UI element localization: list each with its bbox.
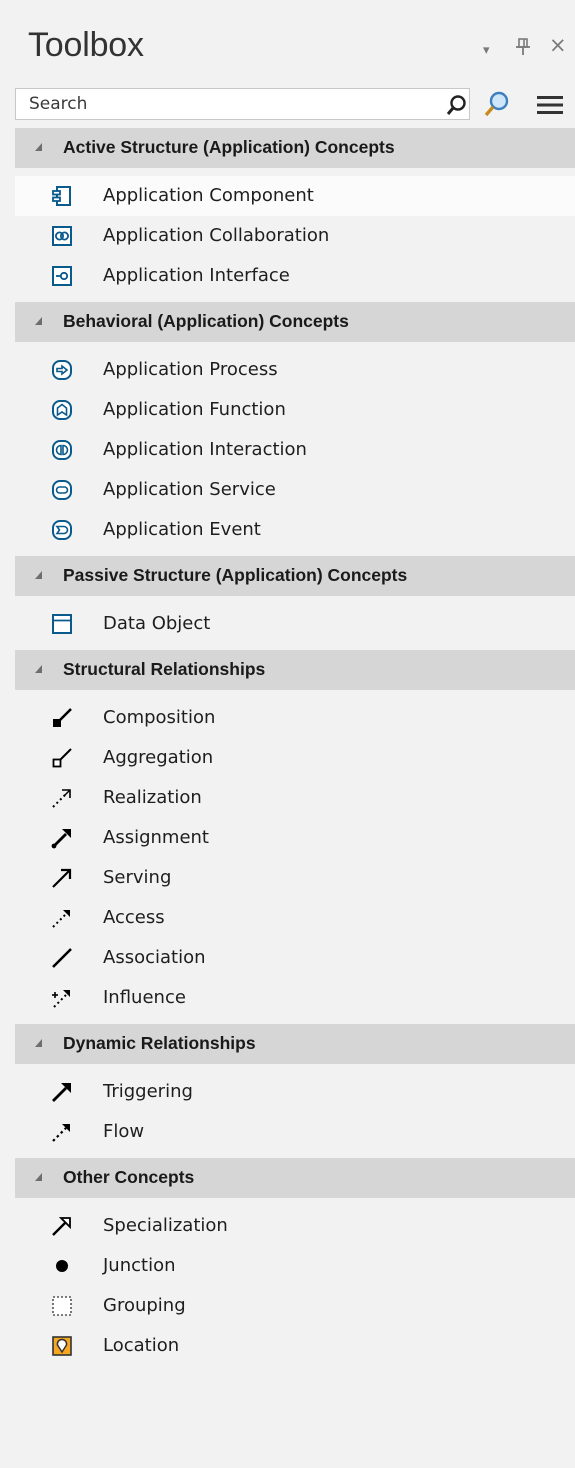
toolbox-item-label: Application Service (103, 479, 276, 500)
toolbox-item-label: Access (103, 907, 165, 928)
aggregation-icon (51, 747, 73, 769)
toolbox-item-label: Application Function (103, 399, 286, 420)
toolbox-item-label: Assignment (103, 827, 209, 848)
assignment-icon (51, 827, 73, 849)
toolbox-item-association[interactable]: Association (15, 938, 575, 978)
triggering-icon (51, 1081, 73, 1103)
toolbox-item-label: Application Component (103, 185, 314, 206)
toolbox-item-label: Location (103, 1335, 180, 1356)
toolbox-item-label: Specialization (103, 1215, 228, 1236)
section-title: Other Concepts (63, 1167, 195, 1187)
section-header[interactable]: Active Structure (Application) Concepts (15, 128, 575, 168)
junction-icon (51, 1255, 73, 1277)
toolbox-item-label: Aggregation (103, 747, 214, 768)
toolbox-item-specialization[interactable]: Specialization (15, 1206, 575, 1246)
toolbox-item-label: Data Object (103, 613, 211, 634)
find-icon[interactable] (484, 91, 510, 117)
toolbox-item-access[interactable]: Access (15, 898, 575, 938)
section-title: Active Structure (Application) Concepts (63, 137, 395, 157)
toolbox-item-application-service[interactable]: Application Service (15, 470, 575, 510)
panel-header: Toolbox ▾ × (0, 0, 575, 88)
toolbox-item-assignment[interactable]: Assignment (15, 818, 575, 858)
section-header[interactable]: Passive Structure (Application) Concepts (15, 556, 575, 596)
toolbox-item-label: Composition (103, 707, 216, 728)
collapse-triangle-icon[interactable] (32, 314, 46, 328)
serving-icon (51, 867, 73, 889)
section-header[interactable]: Behavioral (Application) Concepts (15, 302, 575, 342)
dropdown-menu-icon[interactable]: ▾ (483, 44, 490, 57)
toolbox-item-application-event[interactable]: Application Event (15, 510, 575, 550)
toolbox-item-label: Realization (103, 787, 202, 808)
toolbox-item-composition[interactable]: Composition (15, 698, 575, 738)
section-title: Passive Structure (Application) Concepts (63, 565, 408, 585)
toolbox-item-application-component[interactable]: Application Component (15, 176, 575, 216)
flow-icon (51, 1121, 73, 1143)
toolbox-item-application-interaction[interactable]: Application Interaction (15, 430, 575, 470)
toolbox-item-label: Application Interface (103, 265, 290, 286)
toolbox-item-serving[interactable]: Serving (15, 858, 575, 898)
realization-icon (51, 787, 73, 809)
section-header[interactable]: Dynamic Relationships (15, 1024, 575, 1064)
toolbox-item-application-collaboration[interactable]: Application Collaboration (15, 216, 575, 256)
section-title: Structural Relationships (63, 659, 266, 679)
toolbox-item-application-process[interactable]: Application Process (15, 350, 575, 390)
search-icon[interactable] (446, 94, 468, 116)
collapse-triangle-icon[interactable] (32, 568, 46, 582)
hamburger-menu-icon[interactable] (536, 94, 564, 116)
search-bar (15, 88, 470, 120)
toolbox-item-triggering[interactable]: Triggering (15, 1072, 575, 1112)
toolbox-item-label: Application Event (103, 519, 261, 540)
specialization-icon (51, 1215, 73, 1237)
application-interaction-icon (51, 439, 73, 461)
toolbox-item-label: Serving (103, 867, 172, 888)
toolbox-item-label: Application Collaboration (103, 225, 330, 246)
toolbox-item-flow[interactable]: Flow (15, 1112, 575, 1152)
application-event-icon (51, 519, 73, 541)
toolbox-item-location[interactable]: Location (15, 1326, 575, 1366)
location-icon (51, 1335, 73, 1357)
pin-icon[interactable] (516, 38, 530, 56)
search-input[interactable] (16, 89, 416, 119)
application-process-icon (51, 359, 73, 381)
toolbox-item-label: Influence (103, 987, 186, 1008)
toolbox-item-junction[interactable]: Junction (15, 1246, 575, 1286)
collapse-triangle-icon[interactable] (32, 662, 46, 676)
toolbox-item-application-function[interactable]: Application Function (15, 390, 575, 430)
collapse-triangle-icon[interactable] (32, 1036, 46, 1050)
section-title: Dynamic Relationships (63, 1033, 256, 1053)
toolbox-item-application-interface[interactable]: Application Interface (15, 256, 575, 296)
access-icon (51, 907, 73, 929)
toolbox-item-label: Application Interaction (103, 439, 307, 460)
section-header[interactable]: Other Concepts (15, 1158, 575, 1198)
toolbox-item-aggregation[interactable]: Aggregation (15, 738, 575, 778)
section-title: Behavioral (Application) Concepts (63, 311, 349, 331)
toolbox-item-grouping[interactable]: Grouping (15, 1286, 575, 1326)
grouping-icon (51, 1295, 73, 1317)
toolbox-item-data-object[interactable]: Data Object (15, 604, 575, 644)
association-icon (51, 947, 73, 969)
toolbox-item-label: Junction (103, 1255, 176, 1276)
collapse-triangle-icon[interactable] (32, 1170, 46, 1184)
toolbox-item-label: Application Process (103, 359, 278, 380)
application-component-icon (51, 185, 73, 207)
toolbox-item-label: Triggering (103, 1081, 193, 1102)
toolbox-item-realization[interactable]: Realization (15, 778, 575, 818)
application-service-icon (51, 479, 73, 501)
composition-icon (51, 707, 73, 729)
toolbox-item-label: Association (103, 947, 206, 968)
influence-icon (51, 987, 73, 1009)
toolbox-item-label: Flow (103, 1121, 145, 1142)
data-object-icon (51, 613, 73, 635)
toolbox-item-influence[interactable]: Influence (15, 978, 575, 1018)
close-icon[interactable]: × (549, 35, 567, 56)
application-interface-icon (51, 265, 73, 287)
application-collaboration-icon (51, 225, 73, 247)
toolbox-panel: Toolbox ▾ × Search Active Structure (App… (0, 0, 575, 1468)
panel-title: Toolbox (28, 26, 144, 64)
collapse-triangle-icon[interactable] (32, 140, 46, 154)
toolbox-item-label: Grouping (103, 1295, 186, 1316)
section-header[interactable]: Structural Relationships (15, 650, 575, 690)
application-function-icon (51, 399, 73, 421)
